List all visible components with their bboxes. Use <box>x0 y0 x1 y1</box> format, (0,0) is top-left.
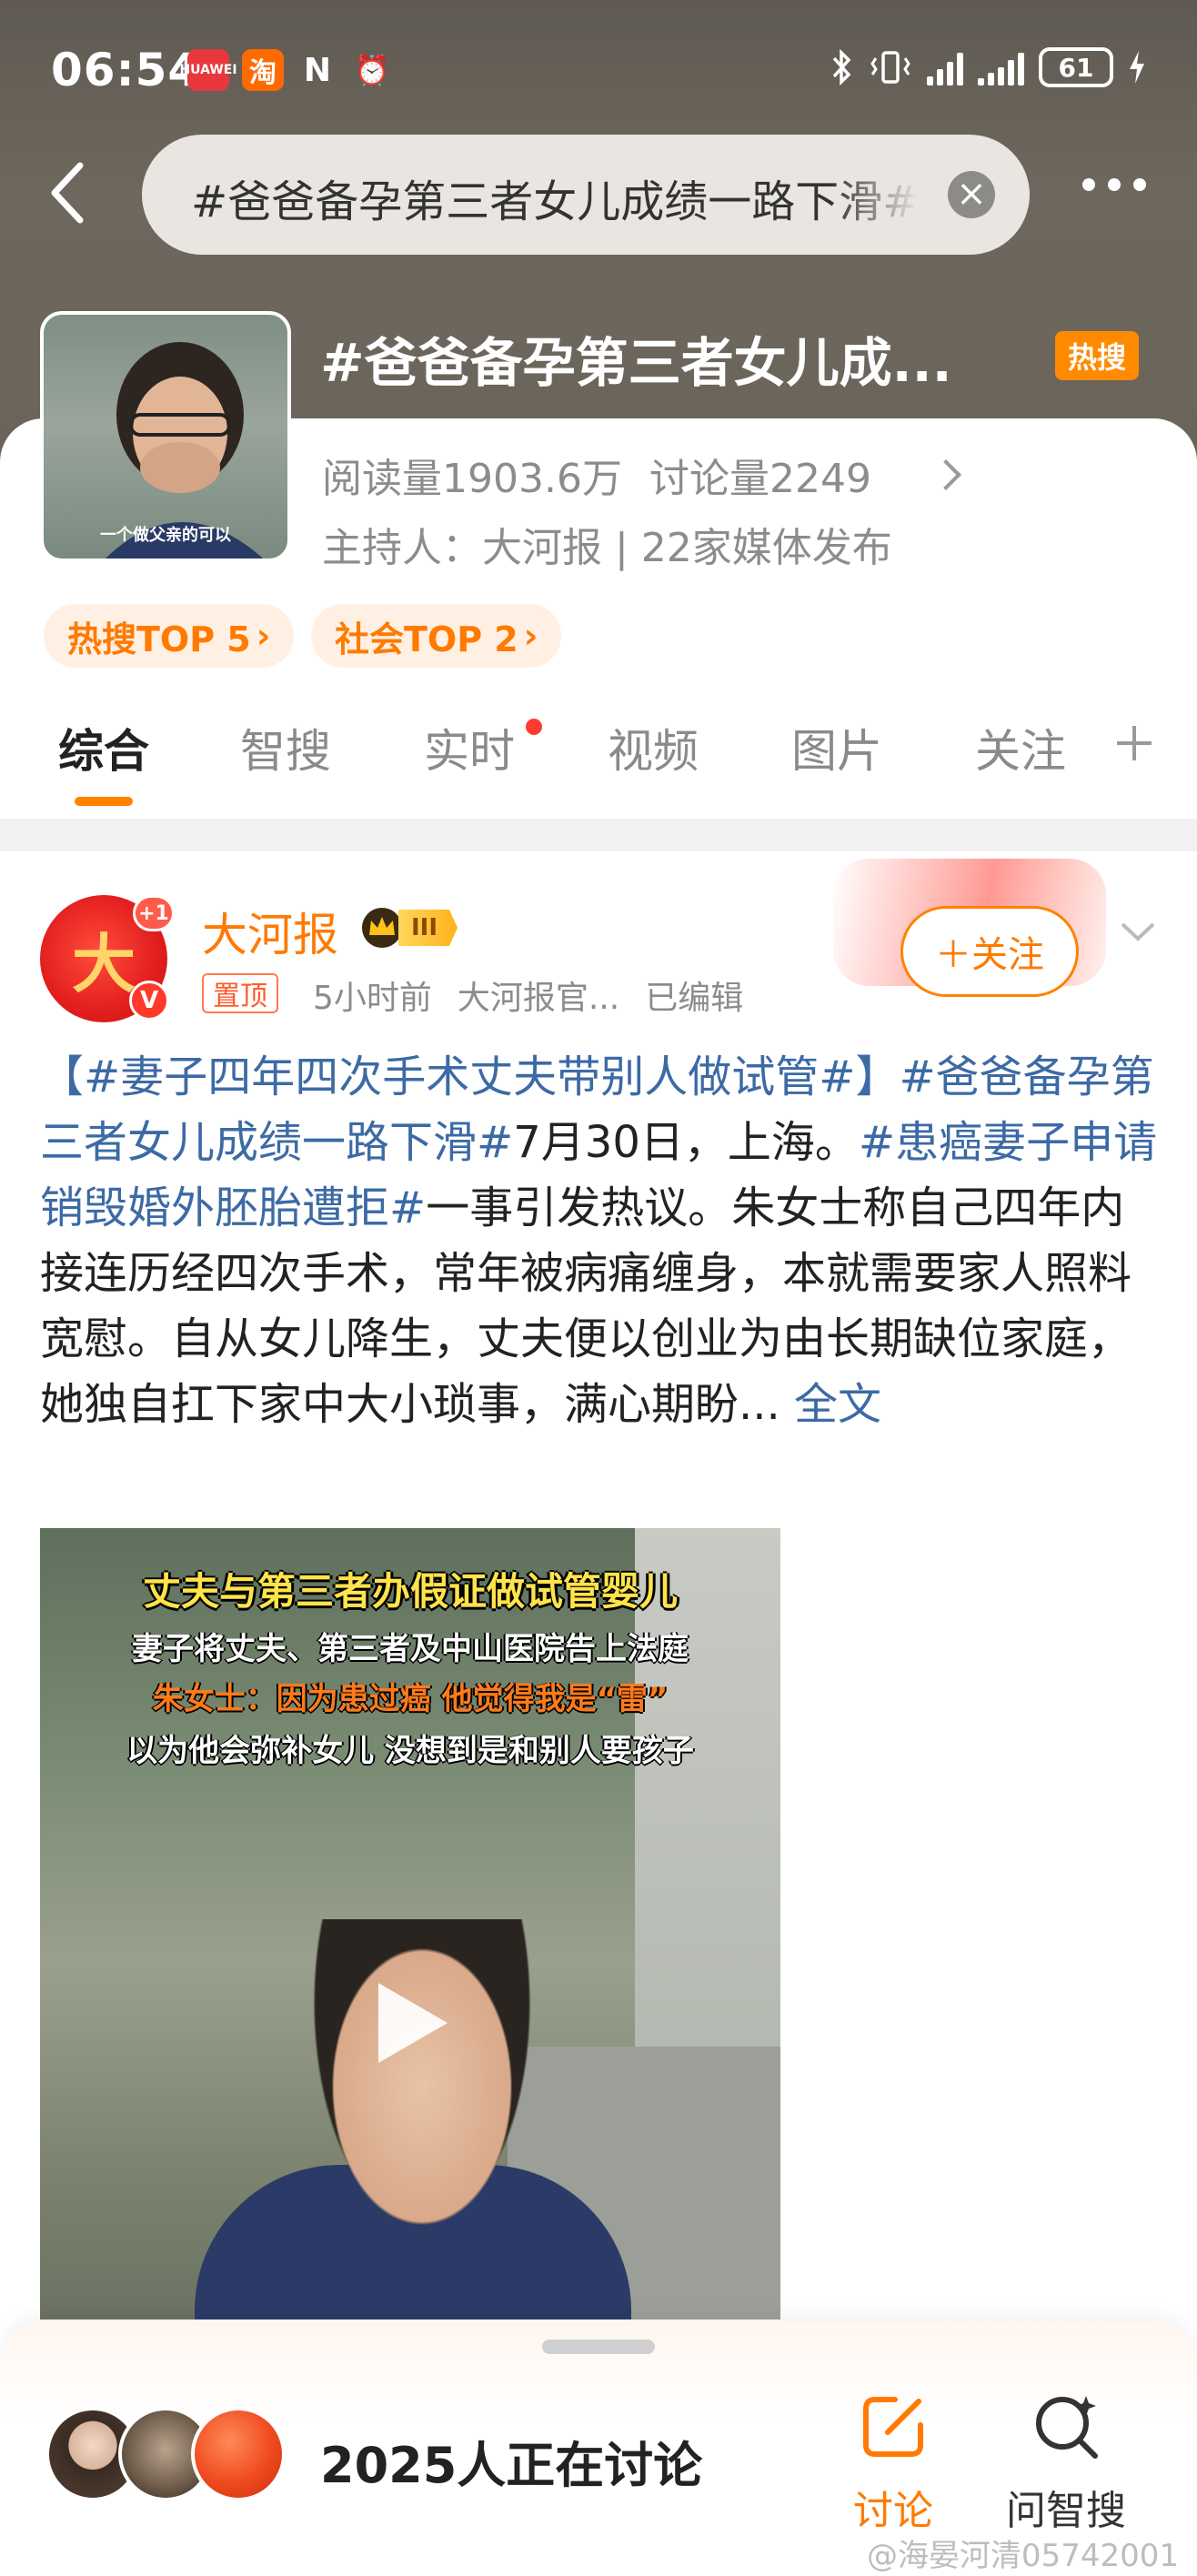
pinned-tag: 置顶 <box>202 973 278 1013</box>
avatar-plus-badge: +1 <box>133 895 175 931</box>
discussion-count-text: 2025人正在讨论 <box>320 2437 703 2494</box>
vibrate-icon <box>870 51 910 84</box>
ask-label: 问智搜 <box>1006 2488 1126 2534</box>
huawei-app-icon: HUAWEI <box>179 49 237 91</box>
post-meta: 5小时前 大河报官... 已编辑 <box>313 971 743 1019</box>
thumbnail-caption: 一个做父亲的可以 <box>100 526 231 545</box>
discuss-button[interactable]: 讨论 <box>830 2389 957 2536</box>
crown-icon <box>362 908 402 948</box>
tab-video[interactable]: 视频 <box>608 715 699 780</box>
avatar <box>191 2407 286 2501</box>
video-caption-line: 妻子将丈夫、第三者及中山医院告上法庭 <box>132 1631 689 1667</box>
read-count: 阅读量1903.6万 <box>322 456 622 502</box>
video-caption-line: 丈夫与第三者办假证做试管婴儿 <box>142 1569 678 1614</box>
alarm-icon: ⏰ <box>354 53 390 87</box>
watermark: @海晏河清05742001 <box>866 2538 1179 2574</box>
author-rank-badge[interactable]: III <box>360 904 478 951</box>
add-tab-icon[interactable] <box>1113 722 1155 764</box>
section-divider <box>0 819 1197 851</box>
ask-smart-search-button[interactable]: 问智搜 <box>1002 2389 1130 2536</box>
tab-general[interactable]: 综合 <box>58 715 149 780</box>
search-sparkle-icon <box>1036 2396 1098 2459</box>
hot-search-rank-chip[interactable]: 热搜TOP 5 › <box>44 604 295 668</box>
post-text-segment: 7月30日，上海。 <box>513 1117 859 1168</box>
clear-search-button[interactable]: × <box>948 171 995 218</box>
status-app-icons: HUAWEI 淘 N ⏰ <box>179 49 393 91</box>
play-icon[interactable] <box>378 1983 448 2063</box>
drag-handle[interactable] <box>542 2340 655 2354</box>
tab-images[interactable]: 图片 <box>791 715 882 780</box>
hashtag-link[interactable]: 【#妻子四年四次手术丈夫带别人做试管#】 <box>40 1052 899 1102</box>
more-options-icon[interactable] <box>1082 178 1146 191</box>
follow-button[interactable]: ＋关注 <box>900 906 1079 997</box>
status-indicators: 61 <box>830 47 1146 87</box>
tab-realtime[interactable]: 实时 <box>424 715 515 780</box>
search-input[interactable]: #爸爸备孕第三者女儿成绩一路下滑# × <box>142 135 1030 255</box>
tab-bar: 综合 智搜 实时 视频 图片 关注 <box>0 709 1197 810</box>
video-caption-line: 朱女士：因为患过癌 他觉得我是“雷” <box>152 1681 669 1717</box>
tab-following[interactable]: 关注 <box>975 715 1066 780</box>
status-bar: 06:54 HUAWEI 淘 N ⏰ 61 <box>0 36 1197 109</box>
chevron-right-icon <box>930 459 961 490</box>
topic-host: 主持人：大河报 | 22家媒体发布 <box>322 525 892 571</box>
edit-icon <box>863 2397 923 2457</box>
chevron-right-icon: › <box>523 616 538 656</box>
back-arrow-icon[interactable] <box>40 156 98 229</box>
read-full-text-link[interactable]: 全文 <box>794 1379 881 1430</box>
chevron-down-icon[interactable] <box>1117 913 1159 950</box>
post-source: 大河报官... <box>457 980 620 1017</box>
society-rank-chip[interactable]: 社会TOP 2 › <box>311 604 562 668</box>
taobao-icon: 淘 <box>242 49 284 91</box>
signal-2-icon <box>978 49 1024 86</box>
charging-icon <box>1130 51 1144 84</box>
video-caption-line: 以为他会弥补女儿 没想到是和别人要孩子 <box>126 1733 694 1769</box>
chevron-right-icon: › <box>256 616 271 656</box>
topic-title: #爸爸备孕第三者女儿成... <box>320 332 952 394</box>
signal-icon <box>927 49 963 86</box>
post-body: 【#妻子四年四次手术丈夫带别人做试管#】#爸爸备孕第三者女儿成绩一路下滑#7月3… <box>40 1044 1159 1437</box>
verified-badge: V <box>129 981 169 1021</box>
topic-stats[interactable]: 阅读量1903.6万 讨论量2249 <box>322 446 961 504</box>
hot-search-badge: 热搜 <box>1055 331 1139 380</box>
video-captions: 丈夫与第三者办假证做试管婴儿 妻子将丈夫、第三者及中山医院告上法庭 朱女士：因为… <box>40 1561 780 1770</box>
topic-thumbnail[interactable]: 一个做父亲的可以 <box>40 311 291 562</box>
author-name[interactable]: 大河报 <box>202 899 338 964</box>
battery-indicator: 61 <box>1039 47 1113 87</box>
search-query-text: #爸爸备孕第三者女儿成绩一路下滑# <box>191 176 919 224</box>
post-edited: 已编辑 <box>645 980 744 1017</box>
rank-level: III <box>398 910 458 946</box>
tab-smart-search[interactable]: 智搜 <box>240 715 331 780</box>
discussion-count: 讨论量2249 <box>649 456 871 502</box>
post-video[interactable]: 丈夫与第三者办假证做试管婴儿 妻子将丈夫、第三者及中山医院告上法庭 朱女士：因为… <box>40 1528 780 2319</box>
realtime-notification-dot <box>526 719 542 735</box>
discuss-label: 讨论 <box>853 2488 933 2534</box>
video-person <box>258 1919 586 2319</box>
active-tab-indicator <box>75 797 133 806</box>
nfc-icon: N <box>303 51 332 89</box>
bluetooth-icon <box>832 49 851 86</box>
post-time: 5小时前 <box>313 980 432 1017</box>
status-time: 06:54 <box>51 44 201 96</box>
